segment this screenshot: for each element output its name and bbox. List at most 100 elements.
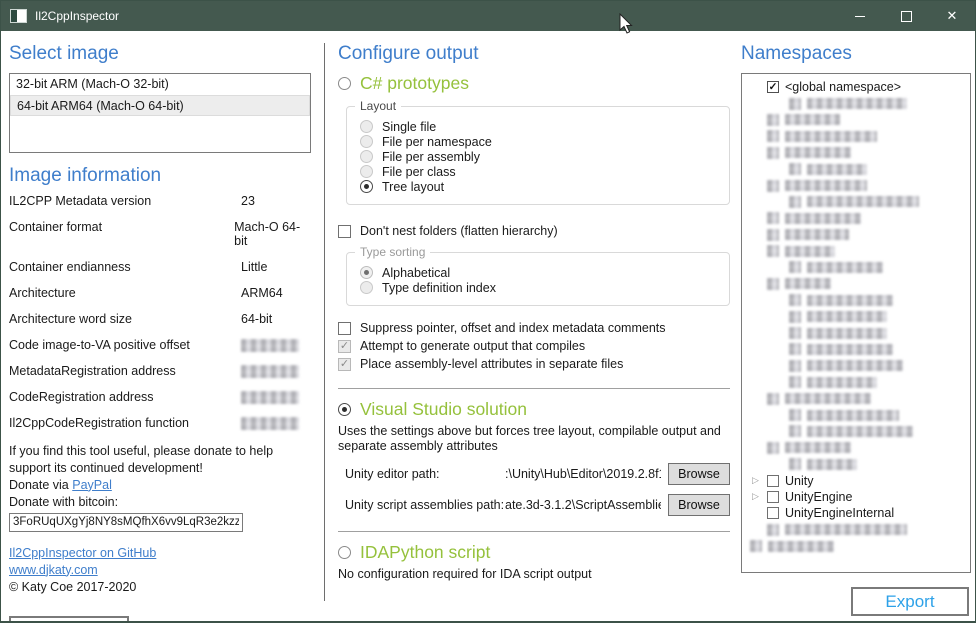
type-definition-index-radio[interactable] [360, 281, 373, 294]
redacted-namespace-checkbox [789, 343, 801, 355]
redacted-namespace-checkbox [767, 278, 779, 290]
place-assembly-level-attribu-checkbox[interactable]: ✓ [338, 358, 351, 371]
flatten-hierarchy-option: Don't nest folders (flatten hierarchy) [338, 222, 730, 240]
namespace-row [742, 423, 970, 439]
info-label: Architecture word size [9, 313, 241, 327]
bitcoin-address-field[interactable] [9, 513, 243, 532]
website-link[interactable]: www.djkaty.com [9, 563, 98, 577]
expander-icon[interactable]: ▷ [752, 475, 767, 486]
redacted-namespace-label [785, 278, 831, 289]
github-link[interactable]: Il2CppInspector on GitHub [9, 546, 156, 560]
info-row: Il2CppCodeRegistration function [9, 417, 311, 431]
don-t-nest-folders-flatten-h-checkbox[interactable] [338, 225, 351, 238]
minimize-icon [855, 16, 865, 17]
redacted-namespace-checkbox [767, 229, 779, 241]
unity-script-path-label: Unity script assemblies path: [338, 498, 505, 512]
browse-editor-button[interactable]: Browse [668, 463, 730, 485]
redacted-namespace-checkbox [767, 180, 779, 192]
redacted-namespace-label [807, 426, 913, 437]
info-row: CodeRegistration address [9, 391, 311, 405]
info-label: Container endianness [9, 261, 241, 275]
redacted-namespace-label [807, 98, 907, 109]
redacted-value [241, 365, 299, 378]
namespace-checkbox[interactable] [767, 475, 779, 487]
output-checkbox-row: ✓ Attempt to generate output that compile… [338, 337, 730, 355]
file-per-assembly-radio[interactable] [360, 150, 373, 163]
donate-text: If you find this tool useful, please don… [9, 443, 311, 532]
layout-group-label: Layout [355, 99, 401, 113]
redacted-namespace-label [785, 114, 840, 125]
info-label: CodeRegistration address [9, 391, 241, 405]
idapython-radio[interactable] [338, 546, 351, 559]
namespace-row [742, 390, 970, 406]
unity-editor-path-label: Unity editor path: [338, 467, 505, 481]
maximize-button[interactable] [883, 1, 929, 31]
alphabetical-label: Alphabetical [382, 266, 450, 280]
namespace-row [742, 210, 970, 226]
close-button[interactable]: ✕ [929, 1, 975, 31]
visual-studio-option: Visual Studio solution [338, 399, 730, 420]
redacted-namespace-label [807, 410, 899, 421]
donate-message: If you find this tool useful, please don… [9, 444, 273, 475]
unity-editor-path-row: Unity editor path: :\Unity\Hub\Editor\20… [338, 463, 730, 485]
namespaces-listbox[interactable]: ✓<global namespace>▷Unity▷UnityEngineUni… [741, 73, 971, 573]
redacted-namespace-label [807, 295, 893, 306]
layout-options: Single fileFile per namespaceFile per as… [360, 119, 719, 194]
attempt-to-generate-output-t-checkbox[interactable]: ✓ [338, 340, 351, 353]
redacted-namespace-label [785, 229, 849, 240]
info-row: Container formatMach-O 64-bit [9, 221, 311, 248]
image-list-item[interactable]: 32-bit ARM (Mach-O 32-bit) [10, 74, 310, 95]
attempt-to-generate-output-t-label: Attempt to generate output that compiles [360, 339, 585, 353]
info-label: Il2CppCodeRegistration function [9, 417, 241, 431]
redacted-namespace-label [807, 164, 867, 175]
redacted-namespace-label [807, 360, 903, 371]
tree-layout-radio[interactable] [360, 180, 373, 193]
redacted-namespace-checkbox [767, 442, 779, 454]
info-label: Architecture [9, 287, 241, 301]
namespace-row [742, 407, 970, 423]
visual-studio-radio[interactable] [338, 403, 351, 416]
configure-output-heading: Configure output [338, 43, 730, 65]
redacted-namespace-label [785, 524, 907, 535]
alphabetical-radio[interactable] [360, 266, 373, 279]
redacted-namespace-label [785, 180, 867, 191]
browse-script-button[interactable]: Browse [668, 494, 730, 516]
namespace-row [742, 276, 970, 292]
single-file-radio[interactable] [360, 120, 373, 133]
info-value: 23 [241, 195, 255, 209]
csharp-prototypes-radio[interactable] [338, 77, 351, 90]
image-listbox[interactable]: 32-bit ARM (Mach-O 32-bit)64-bit ARM64 (… [9, 73, 311, 153]
type-definition-index-label: Type definition index [382, 281, 496, 295]
namespace-checkbox[interactable]: ✓ [767, 81, 779, 93]
redacted-namespace-checkbox [789, 409, 801, 421]
image-info-table: IL2CPP Metadata version23Container forma… [9, 195, 311, 430]
idapython-label: IDAPython script [360, 542, 490, 563]
redacted-namespace-checkbox [789, 376, 801, 388]
file-per-class-radio[interactable] [360, 165, 373, 178]
single-file-label: Single file [382, 120, 436, 134]
redacted-value [241, 339, 299, 352]
file-per-namespace-radio[interactable] [360, 135, 373, 148]
footer-links: Il2CppInspector on GitHub www.djkaty.com… [9, 545, 311, 596]
namespace-checkbox[interactable] [767, 507, 779, 519]
export-button[interactable]: Export [851, 587, 969, 616]
namespace-checkbox[interactable] [767, 491, 779, 503]
minimize-button[interactable] [837, 1, 883, 31]
expander-icon[interactable]: ▷ [752, 491, 767, 502]
alphabetical-option: Alphabetical [360, 265, 719, 280]
namespace-label: UnityEngineInternal [785, 506, 894, 520]
redacted-namespace-checkbox [789, 327, 801, 339]
paypal-link[interactable]: PayPal [72, 478, 112, 492]
app-icon [10, 9, 27, 23]
back-button[interactable]: << Back [9, 616, 129, 623]
suppress-pointer-offset-and--checkbox[interactable] [338, 322, 351, 335]
image-list-item[interactable]: 64-bit ARM64 (Mach-O 64-bit) [10, 95, 310, 116]
redacted-namespace-label [768, 541, 834, 552]
file-per-class-label: File per class [382, 165, 456, 179]
type-sorting-options: AlphabeticalType definition index [360, 265, 719, 295]
redacted-value [241, 417, 299, 430]
namespace-row [742, 177, 970, 193]
namespace-label: Unity [785, 474, 813, 488]
info-row: ArchitectureARM64 [9, 287, 311, 301]
info-row: Architecture word size64-bit [9, 313, 311, 327]
